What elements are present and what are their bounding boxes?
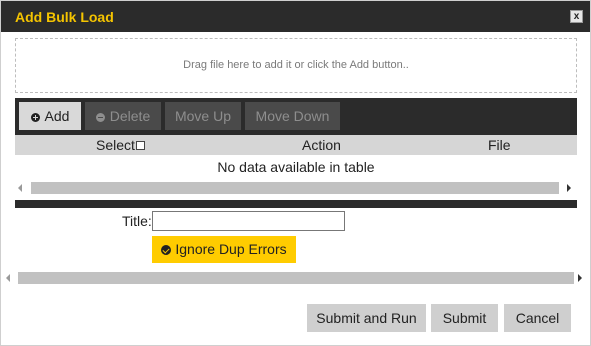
dialog-horizontal-scrollbar[interactable] (3, 271, 588, 285)
table-horizontal-scrollbar[interactable] (15, 181, 577, 195)
submit-and-run-button[interactable]: Submit and Run (307, 304, 426, 332)
minus-circle-icon (95, 113, 105, 122)
table-empty-message: No data available in table (217, 159, 375, 175)
table-header: Select Action File (15, 135, 577, 155)
select-all-checkbox[interactable] (135, 141, 145, 150)
title-input[interactable] (152, 211, 345, 231)
delete-button[interactable]: Delete (85, 102, 161, 130)
select-header-label: Select (96, 137, 135, 153)
column-header-file[interactable]: File (488, 135, 511, 155)
dialog-title: Add Bulk Load (15, 9, 114, 25)
dropzone-text: Drag file here to add it or click the Ad… (183, 59, 409, 71)
check-circle-icon (161, 245, 172, 255)
file-dropzone[interactable]: Drag file here to add it or click the Ad… (15, 38, 577, 93)
plus-circle-icon (30, 113, 40, 122)
table-toolbar: Add Delete Move Up Move Down (15, 98, 577, 135)
ignore-dup-errors-button[interactable]: Ignore Dup Errors (152, 236, 296, 263)
scroll-right-icon[interactable] (578, 274, 582, 282)
cancel-button[interactable]: Cancel (504, 304, 571, 332)
add-bulk-load-dialog: Add Bulk Load x Drag file here to add it… (0, 0, 591, 346)
table-footer (15, 200, 577, 208)
scrollbar-thumb[interactable] (31, 182, 559, 194)
title-label: Title: (122, 213, 152, 229)
move-up-label: Move Up (174, 108, 232, 124)
column-header-action[interactable]: Action (302, 135, 341, 155)
ignore-dup-errors-label: Ignore Dup Errors (175, 241, 287, 257)
scroll-left-icon[interactable] (6, 274, 10, 282)
scrollbar-thumb[interactable] (18, 272, 574, 284)
add-button[interactable]: Add (19, 102, 81, 130)
add-button-label: Add (44, 108, 70, 124)
column-header-select[interactable]: Select (96, 135, 145, 155)
submit-button[interactable]: Submit (431, 304, 498, 332)
move-down-button[interactable]: Move Down (245, 102, 340, 130)
dialog-titlebar: Add Bulk Load x (1, 1, 590, 32)
delete-button-label: Delete (109, 108, 151, 124)
scroll-left-icon[interactable] (18, 184, 22, 192)
move-up-button[interactable]: Move Up (165, 102, 241, 130)
scroll-right-icon[interactable] (567, 184, 571, 192)
close-icon[interactable]: x (570, 10, 583, 23)
move-down-label: Move Down (255, 108, 330, 124)
